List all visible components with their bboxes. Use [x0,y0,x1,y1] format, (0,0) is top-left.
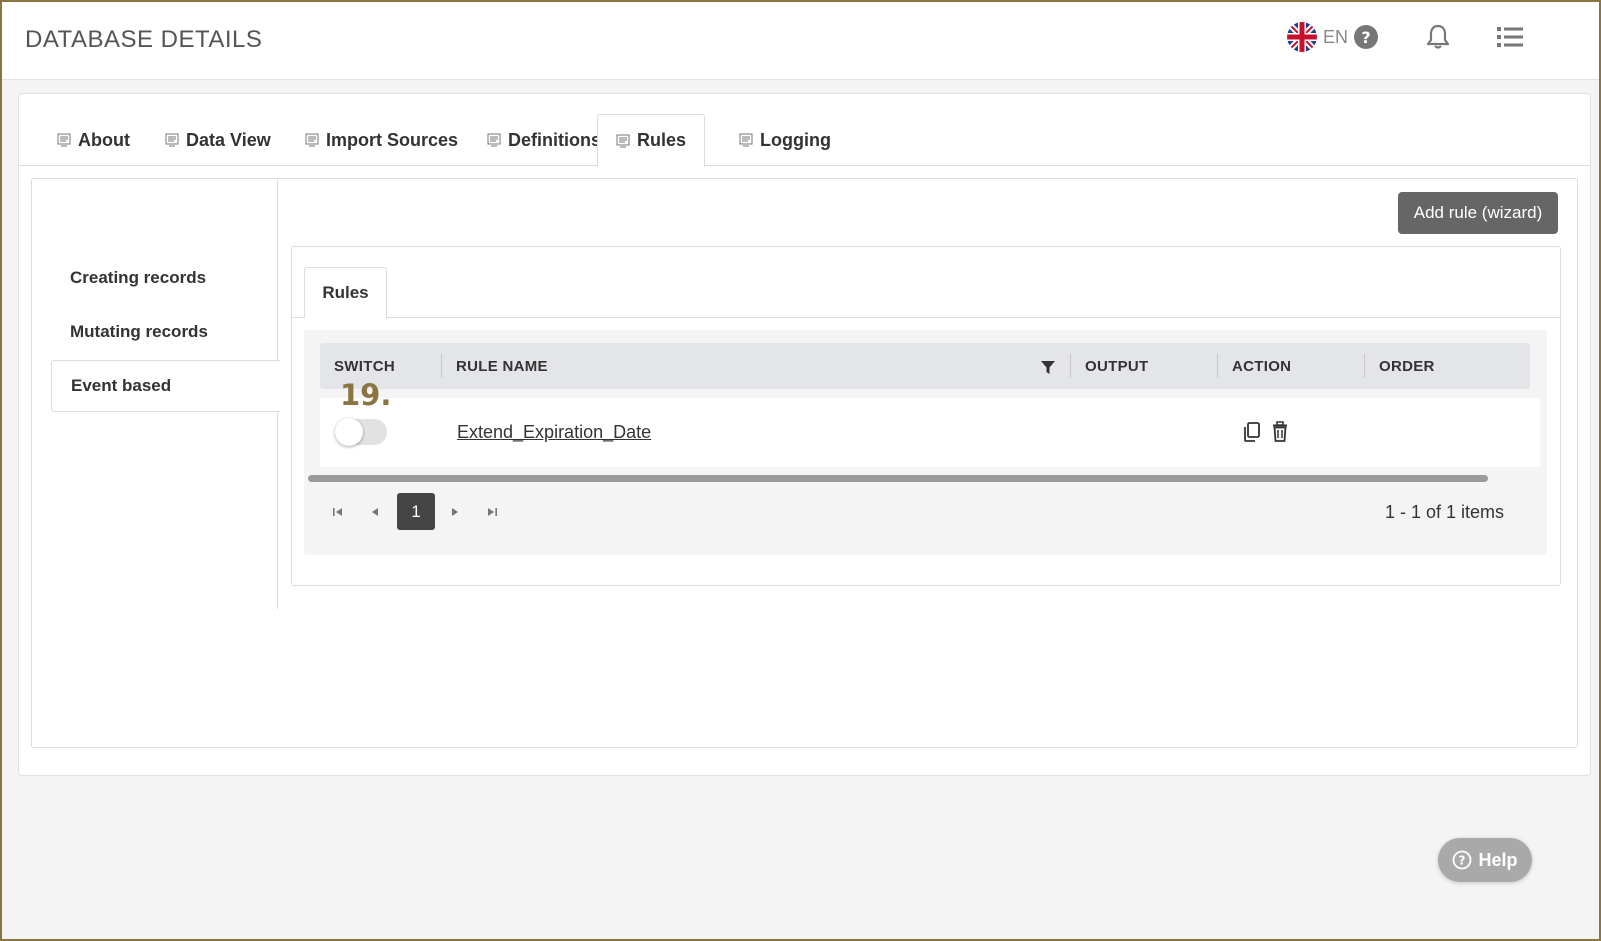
language-label: EN [1323,26,1349,47]
tab-import-sources[interactable]: Import Sources [287,114,476,166]
document-icon [57,133,71,147]
column-divider[interactable] [1217,354,1218,378]
page-title: DATABASE DETAILS [25,26,263,53]
tab-label: About [78,129,130,150]
filter-icon[interactable] [1040,359,1056,380]
tab-rules-list[interactable]: Rules [304,267,387,319]
rules-panel-tabs: Rules [292,247,1560,319]
help-circle-icon: ? [1453,850,1472,870]
last-page-icon[interactable] [474,493,510,531]
column-divider[interactable] [441,354,442,378]
column-header-output[interactable]: OUTPUT [1085,343,1148,389]
rule-category-nav: Creating records Mutating records Event … [32,179,280,609]
tab-label: Logging [760,129,831,150]
help-button-label: Help [1478,849,1518,870]
database-details-card: About Data View Import Sources Definitio… [18,93,1591,776]
tab-rules[interactable]: Rules [597,114,706,167]
column-header-order[interactable]: ORDER [1379,343,1435,389]
rules-grid: SWITCH RULE NAME OUTPUT ACTION ORDER 19. [304,330,1547,555]
add-rule-wizard-button[interactable]: Add rule (wizard) [1398,192,1558,234]
sidenav-label: Creating records [70,268,207,287]
svg-text:?: ? [1361,28,1370,47]
pagination-info: 1 - 1 of 1 items [1384,502,1504,522]
sidenav-label: Event based [71,376,172,395]
menu-list-icon[interactable] [1495,22,1525,52]
help-circle-icon[interactable]: ? [1351,22,1381,52]
sidenav-item-creating-records[interactable]: Creating records [51,252,278,304]
tab-about[interactable]: About [39,114,148,166]
rules-panel: Rules SWITCH RULE NAME OUTPUT ACTION ORD… [291,246,1561,586]
document-icon [165,133,179,147]
grid-header: SWITCH RULE NAME OUTPUT ACTION ORDER [320,343,1530,389]
copy-icon[interactable] [1242,421,1262,443]
previous-page-icon[interactable] [357,493,393,531]
rule-name-link[interactable]: Extend_Expiration_Date [457,422,651,443]
sidenav-label: Mutating records [70,322,208,341]
uk-flag-icon [1287,22,1317,52]
pagination: 1 1 - 1 of 1 items [320,493,1520,531]
tab-logging[interactable]: Logging [721,114,849,166]
language-selector[interactable]: EN [1287,22,1348,52]
tab-label: Rules [637,130,687,150]
current-page-button[interactable]: 1 [397,493,435,530]
rules-content: Creating records Mutating records Event … [31,178,1578,748]
tab-label: Definitions [508,129,601,150]
sidenav-item-mutating-records[interactable]: Mutating records [51,306,278,358]
bell-icon[interactable] [1423,22,1453,52]
document-icon [616,134,630,147]
document-icon [487,133,501,147]
column-divider[interactable] [1364,354,1365,378]
column-header-rule-name[interactable]: RULE NAME [456,343,548,389]
help-button[interactable]: ? Help [1438,838,1532,882]
rule-switch-toggle[interactable] [335,418,387,446]
sidenav-item-event-based[interactable]: Event based [51,360,280,412]
column-divider[interactable] [1070,354,1071,378]
horizontal-scrollbar[interactable] [308,475,1488,482]
top-bar: DATABASE DETAILS EN ? [0,0,1601,80]
tab-data-view[interactable]: Data View [147,114,289,166]
tab-label: Import Sources [326,129,459,150]
row-marker: 19. [340,378,392,412]
trash-icon[interactable] [1270,421,1290,443]
document-icon [305,133,319,147]
toggle-knob [335,418,363,446]
main-tabs: About Data View Import Sources Definitio… [19,94,1590,167]
tab-label: Data View [186,129,271,150]
table-row: 19. Extend_Expiration_Date [320,378,1540,467]
column-header-action[interactable]: ACTION [1232,343,1291,389]
next-page-icon[interactable] [437,493,473,531]
first-page-icon[interactable] [320,493,356,531]
svg-text:?: ? [1459,854,1466,868]
document-icon [739,133,753,147]
